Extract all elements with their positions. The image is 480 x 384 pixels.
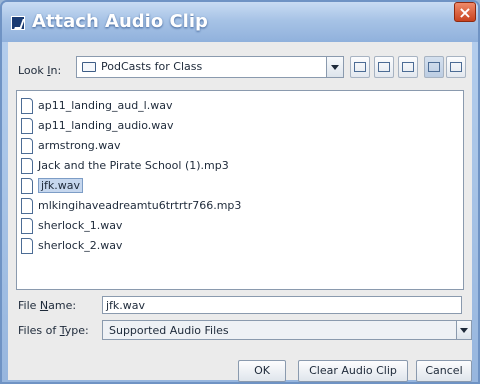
file-name: ap11_landing_aud_l.wav — [38, 99, 173, 112]
file-icon — [21, 218, 33, 234]
file-name: armstrong.wav — [38, 139, 121, 152]
new-folder-button[interactable] — [398, 56, 418, 78]
clear-audio-clip-button[interactable]: Clear Audio Clip — [298, 360, 408, 382]
up-one-level-button[interactable] — [350, 56, 370, 78]
dialog-body: Look In: PodCasts for Class ap11_landing… — [8, 42, 472, 382]
window-title: Attach Audio Clip — [32, 11, 208, 32]
files-of-type-select[interactable]: Supported Audio Files — [102, 320, 472, 340]
close-button[interactable]: × — [454, 2, 476, 22]
file-icon — [21, 138, 33, 154]
up-one-level-icon — [354, 62, 366, 72]
file-list[interactable]: ap11_landing_aud_l.wav ap11_landing_audi… — [16, 90, 464, 290]
home-icon — [378, 62, 390, 72]
details-view-button[interactable] — [446, 56, 466, 78]
list-view-button[interactable] — [424, 56, 444, 78]
file-name: jfk.wav — [38, 178, 84, 193]
ok-button[interactable]: OK — [238, 360, 286, 382]
files-of-type-value: Supported Audio Files — [109, 324, 229, 337]
look-in-label: Look In: — [18, 64, 62, 77]
file-icon — [21, 158, 33, 174]
file-name: Jack and the Pirate School (1).mp3 — [38, 159, 229, 172]
cancel-button[interactable]: Cancel — [416, 360, 472, 382]
file-icon — [21, 178, 33, 194]
files-of-type-label: Files of Type: — [18, 324, 89, 337]
file-name: sherlock_1.wav — [38, 219, 123, 232]
folder-icon — [82, 62, 96, 72]
attach-audio-dialog: Attach Audio Clip × Look In: PodCasts fo… — [0, 0, 480, 384]
close-icon: × — [458, 3, 472, 22]
file-icon — [21, 198, 33, 214]
file-name: ap11_landing_audio.wav — [38, 119, 174, 132]
new-folder-icon — [402, 62, 414, 72]
file-name: sherlock_2.wav — [38, 239, 123, 252]
file-name-input[interactable]: jfk.wav — [102, 296, 462, 314]
file-icon — [21, 98, 33, 114]
file-name-label: File Name: — [18, 299, 77, 312]
file-icon — [21, 118, 33, 134]
chevron-down-icon[interactable] — [456, 320, 472, 340]
details-view-icon — [450, 62, 462, 72]
look-in-value: PodCasts for Class — [101, 60, 203, 73]
file-icon — [21, 238, 33, 254]
app-icon — [11, 16, 25, 30]
chevron-down-icon[interactable] — [326, 56, 344, 78]
file-name: mlkingihaveadreamtu6trtrtr766.mp3 — [38, 199, 242, 212]
title-bar[interactable]: Attach Audio Clip × — [2, 2, 478, 42]
list-view-icon — [428, 62, 440, 72]
home-button[interactable] — [374, 56, 394, 78]
look-in-dropdown[interactable]: PodCasts for Class — [76, 56, 344, 78]
